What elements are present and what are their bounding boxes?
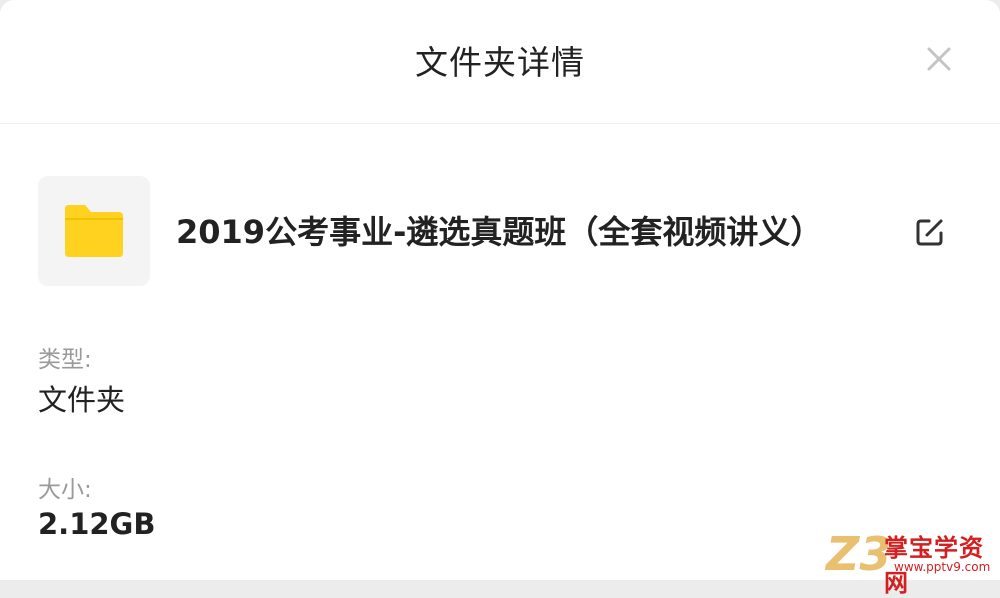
size-label: 大小: [38,477,92,503]
folder-thumbnail [38,176,150,286]
watermark-logo: Z3 [826,527,892,581]
dialog-title: 文件夹详情 [415,43,585,82]
edit-icon [916,219,943,246]
close-button[interactable] [916,36,962,82]
size-value: 2.12GB [38,507,156,541]
watermark-url: www.pptv9.com [894,560,991,574]
close-icon [927,47,951,71]
type-label: 类型: [38,347,92,373]
folder-details-dialog: 文件夹详情 2019公考事业-遴选真题班（全套视频讲义） 类型: 文件夹 大小:… [0,0,1000,580]
dialog-header: 文件夹详情 [0,0,1000,124]
folder-icon [65,205,123,257]
folder-name: 2019公考事业-遴选真题班（全套视频讲义） [176,213,823,251]
watermark: Z3 掌宝学资网 www.pptv9.com [826,527,1000,597]
rename-button[interactable] [910,212,950,252]
type-value: 文件夹 [38,383,126,417]
